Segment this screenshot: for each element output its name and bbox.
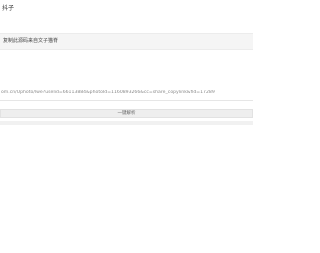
input-underline: [0, 100, 253, 101]
page-title: 抖子: [2, 5, 15, 12]
result-area: [0, 121, 253, 125]
notice-banner: 复制此源码来自文子猫脊: [0, 33, 253, 50]
notice-text: 复制此源码来自文子猫脊: [3, 38, 59, 44]
url-input[interactable]: [0, 85, 253, 99]
parse-button[interactable]: 一键解析: [0, 109, 253, 118]
